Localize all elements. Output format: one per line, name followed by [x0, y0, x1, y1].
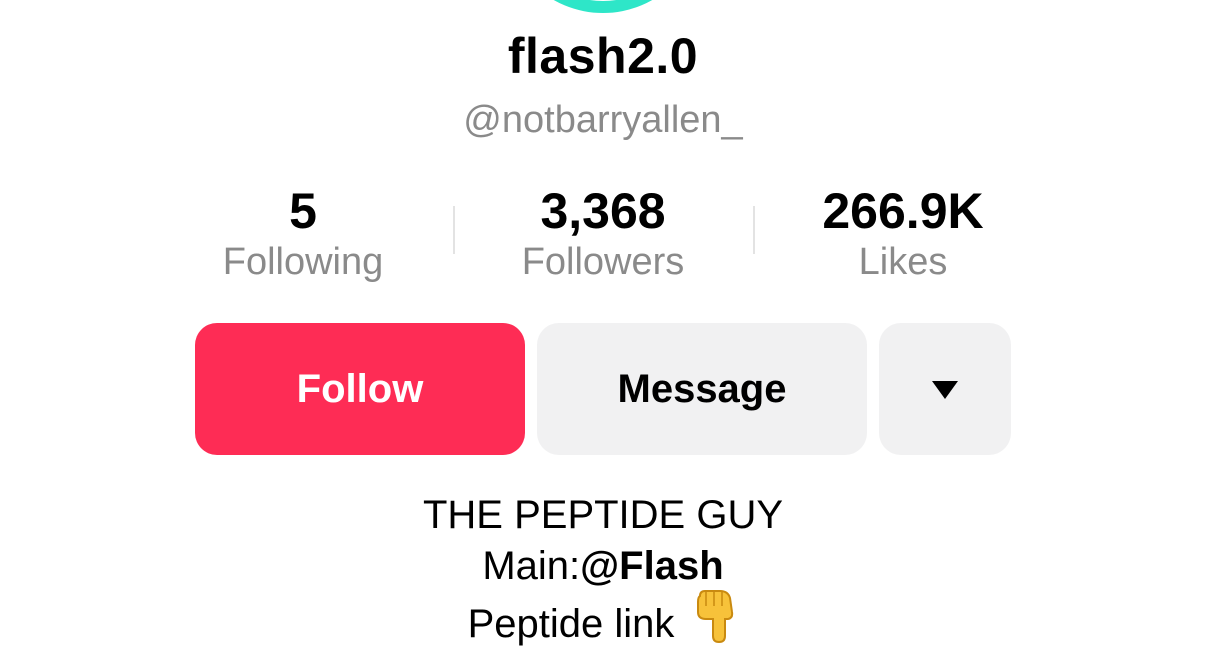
following-label: Following: [222, 241, 384, 283]
stat-likes: 266.9K Likes: [753, 182, 1053, 292]
bio-line-link: Peptide link: [0, 590, 1206, 661]
profile-bio: THE PEPTIDE GUY Main:@Flash Peptide link: [0, 490, 1206, 661]
pointing-down-hand-icon: [692, 588, 738, 657]
likes-count: 266.9K: [822, 183, 984, 239]
stat-following[interactable]: 5 Following: [153, 182, 453, 292]
caret-down-icon: [932, 381, 958, 399]
more-options-button[interactable]: [879, 323, 1011, 455]
stat-followers[interactable]: 3,368 Followers: [453, 182, 753, 292]
following-count: 5: [289, 183, 317, 239]
bio-main-prefix: Main:: [482, 544, 581, 588]
stat-divider: [453, 206, 455, 254]
mention-link[interactable]: @Flash: [580, 544, 723, 588]
avatar[interactable]: [503, 0, 703, 13]
bio-line-main: Main:@Flash: [0, 541, 1206, 592]
bio-link-text: Peptide link: [467, 602, 675, 647]
username: @notbarryallen_: [463, 99, 743, 141]
message-button[interactable]: Message: [537, 323, 867, 455]
followers-label: Followers: [521, 241, 685, 283]
stat-divider: [753, 206, 755, 254]
display-name: flash2.0: [507, 28, 699, 84]
bio-line-title: THE PEPTIDE GUY: [422, 493, 784, 537]
profile-stats: 5 Following 3,368 Followers 266.9K Likes: [153, 182, 1053, 292]
followers-count: 3,368: [540, 183, 666, 239]
follow-button[interactable]: Follow: [195, 323, 525, 455]
likes-label: Likes: [858, 241, 948, 283]
